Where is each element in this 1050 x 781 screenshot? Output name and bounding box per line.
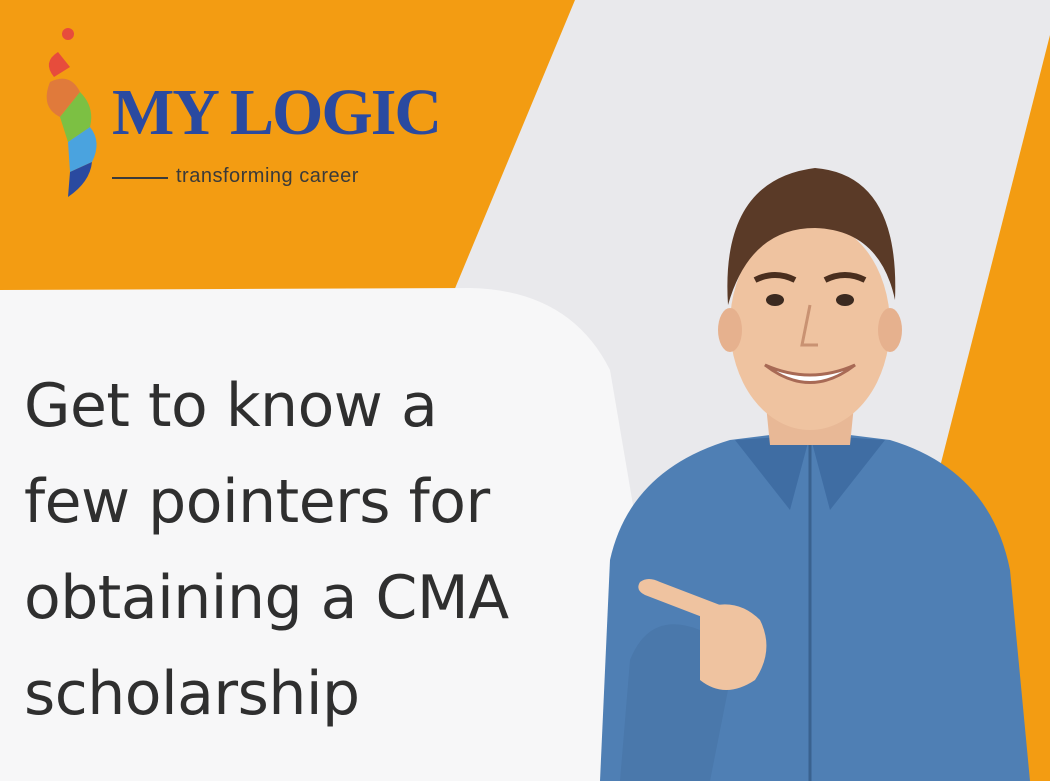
headline-line-3: obtaining a CMA: [24, 563, 509, 633]
logo: MY LOGIC transforming career: [40, 22, 442, 202]
logo-mark-icon: [46, 28, 97, 197]
headline: Get to know a few pointers for obtaining…: [24, 358, 624, 742]
headline-line-2: few pointers for: [24, 467, 490, 537]
logo-tagline-rule: [112, 177, 168, 179]
banner: MY LOGIC transforming career Get to know…: [0, 0, 1050, 781]
headline-line-4: scholarship: [24, 659, 360, 729]
logo-wordmark: MY LOGIC: [112, 76, 442, 149]
headline-line-1: Get to know a: [24, 371, 438, 441]
logo-tagline: transforming career: [176, 165, 359, 187]
smiling-man-pointing-icon: [600, 168, 1030, 781]
